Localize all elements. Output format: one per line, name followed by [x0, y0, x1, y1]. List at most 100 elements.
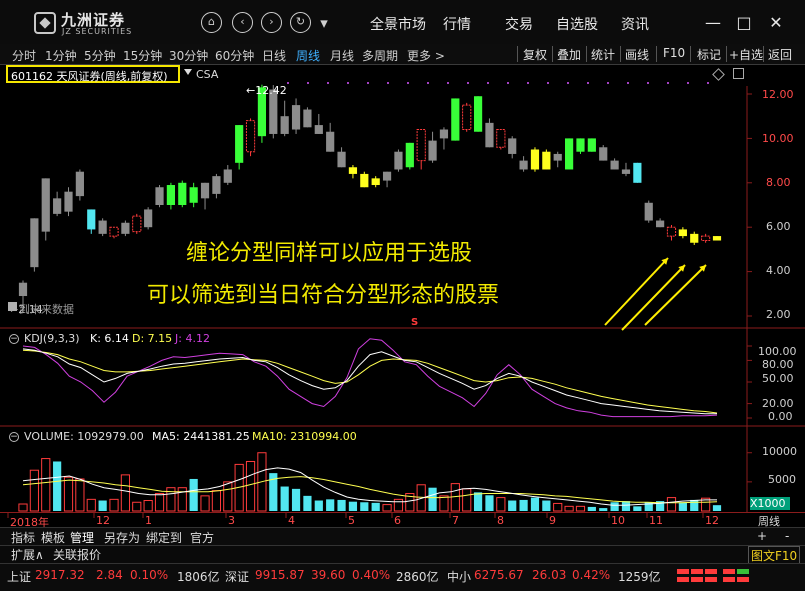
volume-bar — [245, 460, 256, 512]
top-marker-dot — [307, 82, 309, 84]
volume-ma5: MA5: 2441381.25 — [152, 430, 250, 443]
candle-body — [132, 215, 142, 233]
volume-bar — [337, 499, 346, 511]
volume-bar — [75, 478, 85, 512]
volume-bar — [98, 500, 107, 511]
add-indicator-button[interactable]: + — [757, 529, 767, 543]
candle-body — [587, 138, 596, 152]
volume-bar — [439, 495, 449, 512]
volume-bar — [485, 495, 494, 511]
candle-body — [451, 98, 460, 141]
candle-body — [394, 151, 403, 170]
candle-body — [30, 218, 39, 268]
tab-official[interactable]: 官方 — [190, 529, 214, 546]
time-axis-label: 1 — [145, 514, 152, 527]
tab-bind-to[interactable]: 绑定到 — [146, 529, 182, 546]
candle-body — [189, 187, 198, 203]
sz-index-price: 9915.87 — [255, 568, 305, 582]
volume-name[interactable]: VOLUME: 1092979.00 — [24, 430, 144, 443]
kdj-name[interactable]: KDJ(9,3,3) — [24, 332, 80, 345]
price-axis-label: 12.00 — [762, 88, 794, 101]
volume-bar — [621, 501, 631, 511]
volume-bar — [63, 476, 74, 512]
volume-bar — [553, 502, 563, 512]
breadth-bar — [677, 577, 689, 582]
volume-bar — [508, 500, 517, 511]
volume-bar — [473, 492, 483, 511]
sz-index-name[interactable]: 深证 — [225, 568, 249, 585]
candle-body — [178, 182, 187, 205]
kdj-axis-label: 50.00 — [762, 372, 794, 385]
tab-save-as[interactable]: 另存为 — [104, 529, 140, 546]
volume-ma10-line — [22, 476, 718, 504]
candle-body — [109, 226, 119, 237]
annotation-line-1: 缠论分型同样可以应用于选股 — [186, 241, 473, 266]
candle-body — [712, 236, 722, 241]
kdj-d-line — [22, 349, 718, 414]
top-marker-dot — [707, 82, 709, 84]
top-marker-dot — [367, 82, 369, 84]
candle-body — [18, 282, 28, 297]
price-axis-label: 4.00 — [766, 264, 791, 277]
top-marker-dot — [347, 82, 349, 84]
zx-index-name[interactable]: 中小 — [447, 568, 471, 585]
candle-body — [565, 138, 574, 170]
top-marker-dot — [327, 82, 329, 84]
top-marker-dot — [647, 82, 649, 84]
candle-body — [326, 131, 335, 152]
volume-axis-label: 5000 — [768, 473, 796, 486]
volume-bar — [371, 502, 380, 511]
high-price-value: 12.42 — [255, 84, 287, 97]
volume-bar — [712, 505, 722, 511]
related-quotes-button[interactable]: 关联报价 — [53, 546, 101, 563]
candle-body — [337, 151, 346, 168]
top-marker-dot — [627, 82, 629, 84]
sh-index-pct: 0.10% — [130, 568, 169, 582]
candle-body — [144, 209, 153, 228]
volume-bar — [154, 493, 165, 512]
top-marker-dot — [527, 82, 529, 84]
top-marker-dot — [447, 82, 449, 84]
candle-body — [382, 171, 392, 181]
breadth-bar — [723, 577, 735, 582]
candle-body — [553, 153, 562, 161]
time-axis-label: 3 — [228, 514, 235, 527]
volume-bar — [314, 500, 323, 511]
sz-index-pct: 0.40% — [352, 568, 391, 582]
candle-body — [701, 235, 711, 242]
sh-index-amount: 1806亿 — [177, 570, 220, 584]
high-arrow-icon: ← — [246, 84, 256, 97]
breadth-bar — [723, 569, 735, 574]
candle-body — [212, 176, 221, 194]
expand-button[interactable]: 扩展∧ — [11, 546, 44, 563]
time-axis-label: 5 — [348, 514, 355, 527]
volume-bar — [280, 486, 289, 511]
volume-bar — [666, 497, 677, 512]
zx-index-change: 26.03 — [532, 568, 567, 582]
time-axis-label: 7 — [452, 514, 459, 527]
sh-index-name[interactable]: 上证 — [7, 568, 31, 585]
zx-index-pct: 0.42% — [572, 568, 611, 582]
annotation-line-2: 可以筛选到当日符合分型形态的股票 — [147, 283, 500, 308]
volume-bar — [575, 505, 586, 512]
collapse-kdj-icon[interactable]: − — [9, 334, 19, 344]
breadth-bar — [705, 577, 717, 582]
candle-body — [53, 198, 62, 214]
breadth-bar — [691, 577, 703, 582]
remove-indicator-button[interactable]: - — [785, 529, 789, 543]
tab-template[interactable]: 模板 — [41, 529, 65, 546]
volume-bar — [496, 497, 506, 512]
volume-bar — [177, 487, 187, 512]
candle-body — [473, 96, 483, 132]
candle-body — [485, 122, 494, 148]
future-data-text: 到未来数据 — [19, 303, 74, 316]
candle-body — [690, 233, 699, 243]
collapse-volume-icon[interactable]: − — [9, 432, 19, 442]
volume-ma5-line — [22, 467, 717, 506]
candle-body — [576, 138, 585, 152]
tab-indicator[interactable]: 指标 — [11, 529, 35, 546]
candle-body — [644, 202, 653, 221]
candle-body — [678, 229, 687, 237]
time-axis-label: 12 — [705, 514, 719, 527]
candle-body — [235, 125, 244, 163]
